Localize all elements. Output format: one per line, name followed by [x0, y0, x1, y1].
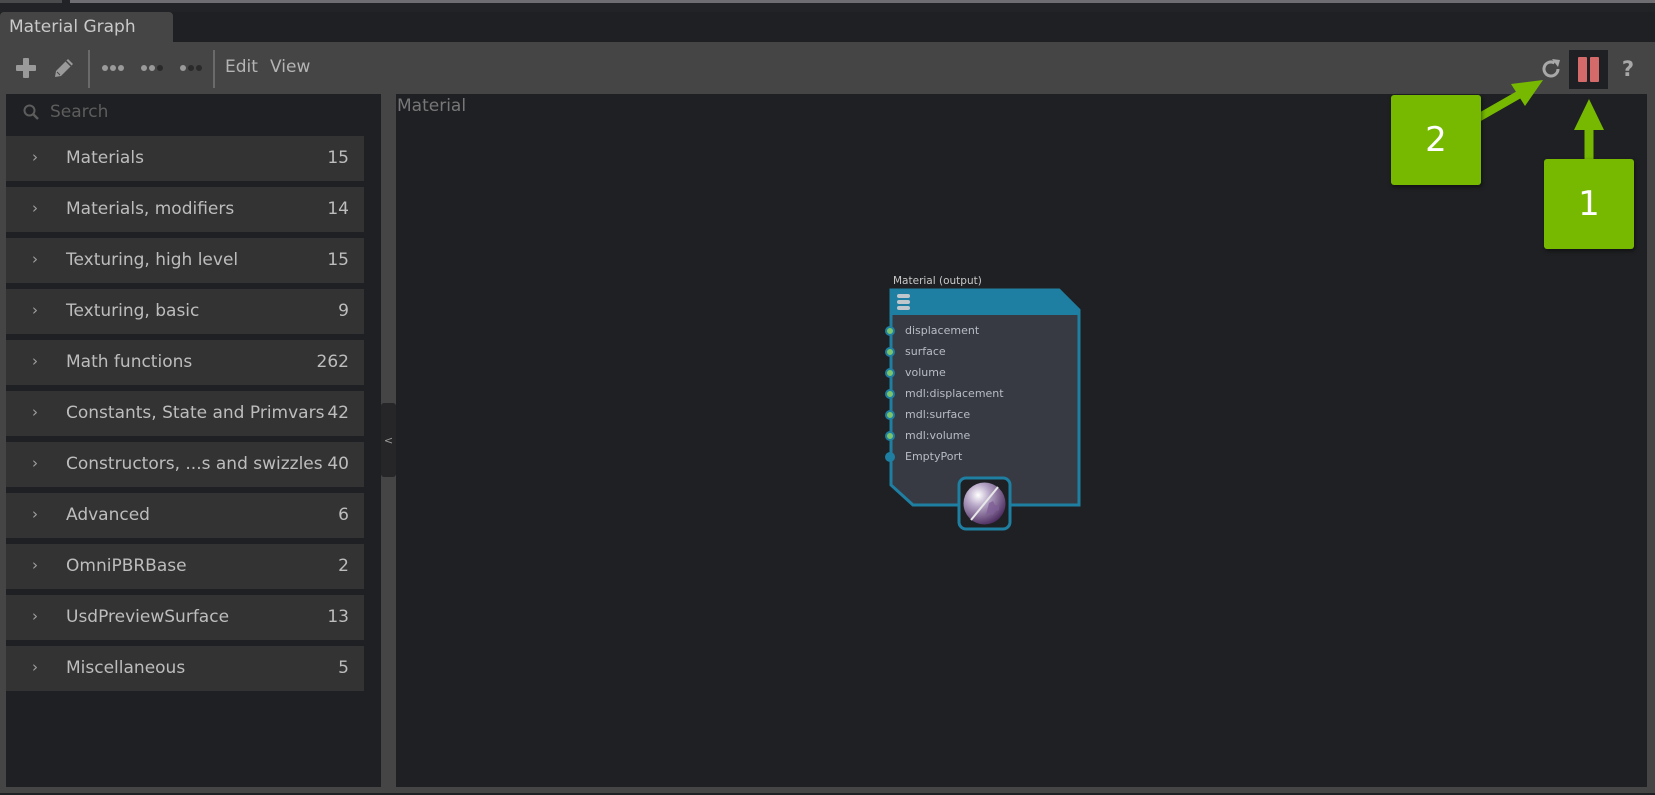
port-label: mdl:volume — [905, 429, 971, 442]
toolbar-separator — [88, 50, 90, 88]
callout-2-label: 2 — [1425, 120, 1447, 160]
category-label: Math functions — [66, 352, 193, 372]
callout-1: 1 — [1544, 159, 1634, 249]
category-label: Constructors, ...s and swizzles — [66, 454, 323, 474]
pause-button[interactable] — [1569, 50, 1608, 89]
category-label: Materials — [66, 148, 144, 168]
top-strip — [0, 0, 1655, 12]
category-label: Constants, State and Primvars — [66, 403, 325, 423]
category-label: Advanced — [66, 505, 150, 525]
refresh-button[interactable] — [1538, 56, 1564, 82]
collapse-sidebar-button[interactable]: < — [381, 403, 396, 477]
pause-icon-bar — [1590, 57, 1599, 82]
port-connector[interactable] — [885, 452, 895, 462]
category-count: 5 — [338, 658, 349, 678]
node-menu-icon[interactable] — [897, 294, 910, 310]
chevron-right-icon[interactable]: › — [32, 556, 38, 574]
category-row[interactable]: › OmniPBRBase 2 — [6, 544, 364, 589]
help-icon: ? — [1621, 57, 1635, 81]
category-count: 2 — [338, 556, 349, 576]
category-row[interactable]: › Constants, State and Primvars 42 — [6, 391, 364, 436]
category-count: 15 — [327, 250, 349, 270]
chevron-left-icon: < — [383, 433, 394, 447]
category-count: 13 — [327, 607, 349, 627]
category-row[interactable]: › Advanced 6 — [6, 493, 364, 538]
port-connector[interactable] — [885, 410, 895, 420]
chevron-right-icon[interactable]: › — [32, 454, 38, 472]
category-count: 40 — [327, 454, 349, 474]
menu-edit[interactable]: Edit — [225, 57, 258, 77]
chevron-right-icon[interactable]: › — [32, 607, 38, 625]
category-row[interactable]: › Miscellaneous 5 — [6, 646, 364, 691]
material-preview-thumbnail[interactable] — [957, 476, 1012, 531]
node-title: Material (output) — [893, 275, 982, 287]
category-row[interactable]: › Materials 15 — [6, 136, 364, 181]
port-label: volume — [905, 366, 946, 379]
node-library-sidebar: Search › Materials 15 › Materials, modifiers… — [6, 94, 381, 787]
port-connector[interactable] — [885, 431, 895, 441]
category-count: 42 — [327, 403, 349, 423]
dots-horizontal-icon[interactable] — [100, 56, 126, 80]
port-connector[interactable] — [885, 326, 895, 336]
chevron-right-icon[interactable]: › — [32, 250, 38, 268]
category-row[interactable]: › UsdPreviewSurface 13 — [6, 595, 364, 640]
category-row[interactable]: › Math functions 262 — [6, 340, 364, 385]
category-count: 262 — [316, 352, 349, 372]
category-row[interactable]: › Constructors, ...s and swizzles 40 — [6, 442, 364, 487]
category-label: UsdPreviewSurface — [66, 607, 230, 627]
chevron-right-icon[interactable]: › — [32, 352, 38, 370]
category-label: Miscellaneous — [66, 658, 186, 678]
chevron-right-icon[interactable]: › — [32, 403, 38, 421]
search-input[interactable]: Search — [6, 94, 364, 130]
port-label: EmptyPort — [905, 450, 963, 463]
chevron-right-icon[interactable]: › — [32, 505, 38, 523]
dots-right-dark-icon[interactable] — [139, 56, 165, 80]
help-button[interactable]: ? — [1616, 56, 1640, 82]
chevron-right-icon[interactable]: › — [32, 658, 38, 676]
category-label: Texturing, basic — [66, 301, 200, 321]
plus-icon[interactable] — [14, 56, 38, 80]
toolbar: Edit View — [0, 42, 1655, 94]
category-count: 15 — [327, 148, 349, 168]
category-label: Texturing, high level — [66, 250, 239, 270]
pause-icon-bar — [1578, 57, 1587, 82]
callout-2: 2 — [1391, 95, 1481, 185]
chevron-right-icon[interactable]: › — [32, 148, 38, 166]
port-label: mdl:displacement — [905, 387, 1004, 400]
chevron-right-icon[interactable]: › — [32, 301, 38, 319]
category-label: Materials, modifiers — [66, 199, 235, 219]
tab-material-graph[interactable]: Material Graph — [0, 12, 173, 42]
port-label: surface — [905, 345, 946, 358]
category-count: 9 — [338, 301, 349, 321]
pencil-icon[interactable] — [52, 56, 76, 80]
chevron-right-icon[interactable]: › — [32, 199, 38, 217]
toolbar-separator — [213, 50, 215, 88]
graph-breadcrumb[interactable]: Material — [397, 96, 466, 116]
port-connector[interactable] — [885, 347, 895, 357]
top-strip-left — [0, 0, 62, 3]
refresh-icon — [1542, 59, 1560, 78]
tab-title: Material Graph — [9, 17, 136, 37]
search-placeholder: Search — [50, 102, 109, 122]
port-label: mdl:surface — [905, 408, 971, 421]
category-row[interactable]: › Materials, modifiers 14 — [6, 187, 364, 232]
category-count: 6 — [338, 505, 349, 525]
category-label: OmniPBRBase — [66, 556, 187, 576]
search-icon — [23, 104, 39, 125]
port-connector[interactable] — [885, 368, 895, 378]
viewport-edge — [70, 0, 1655, 3]
menu-view[interactable]: View — [270, 57, 310, 77]
port-label: displacement — [905, 324, 980, 337]
category-count: 14 — [327, 199, 349, 219]
category-row[interactable]: › Texturing, high level 15 — [6, 238, 364, 283]
dots-left-dark-icon[interactable] — [178, 56, 204, 80]
category-row[interactable]: › Texturing, basic 9 — [6, 289, 364, 334]
callout-1-label: 1 — [1578, 184, 1600, 224]
port-connector[interactable] — [885, 389, 895, 399]
